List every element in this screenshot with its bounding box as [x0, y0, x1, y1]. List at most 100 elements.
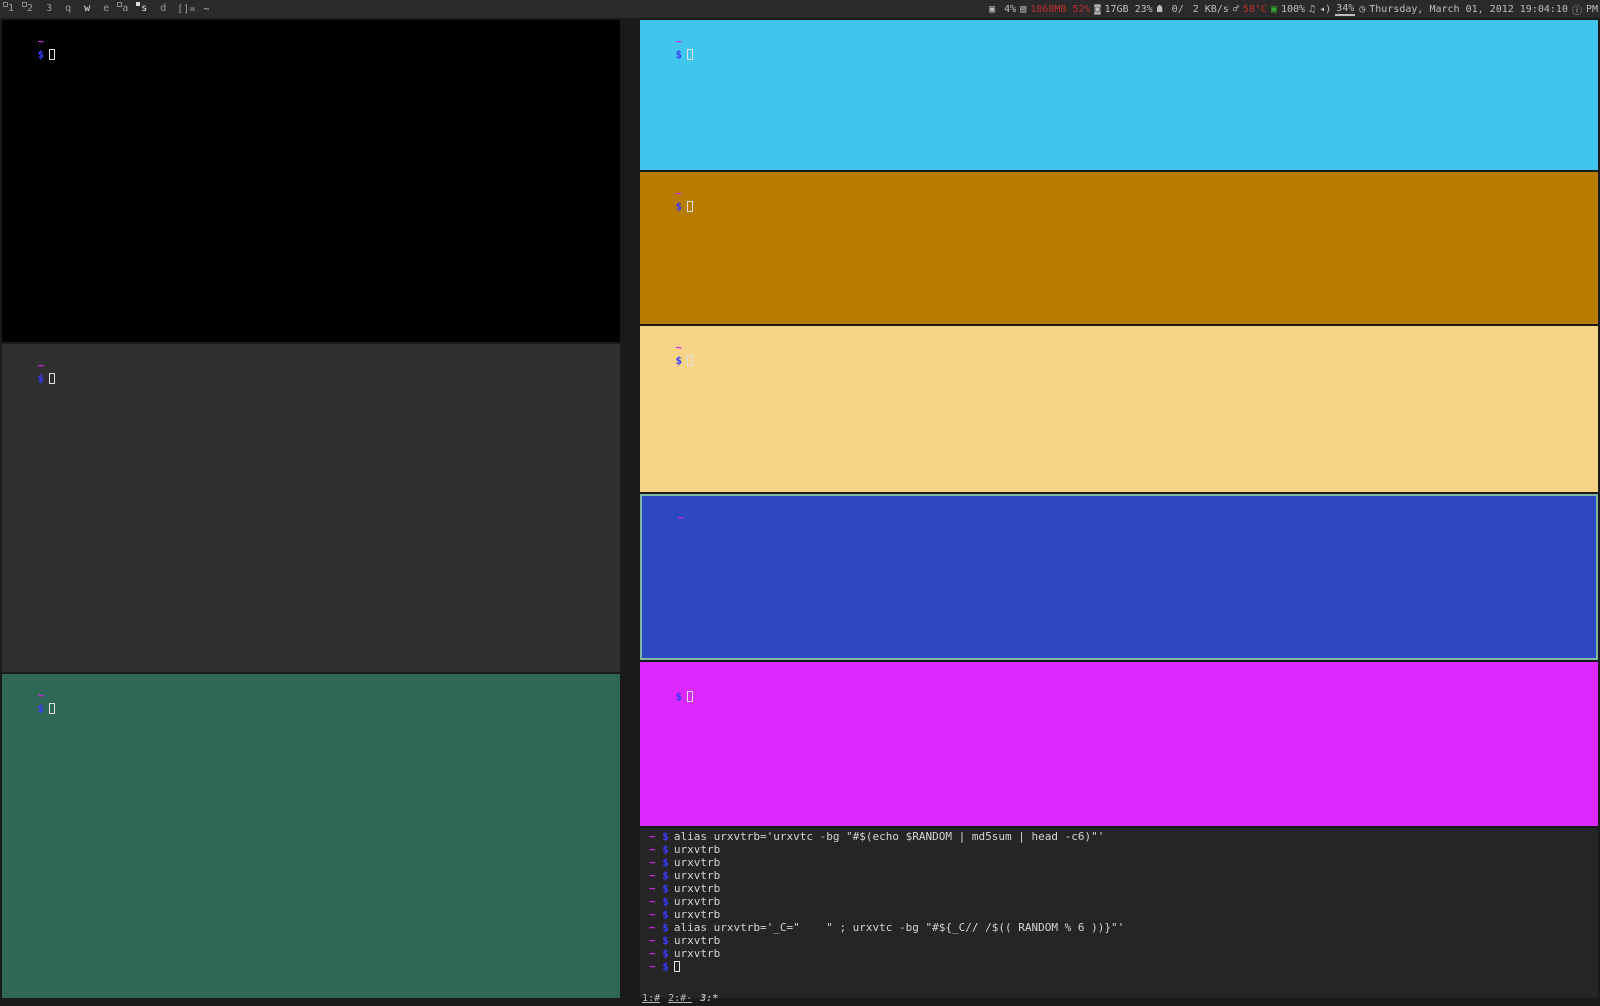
text-cursor: [687, 201, 694, 212]
tag-w[interactable]: w: [78, 0, 97, 18]
text-cursor: [673, 961, 680, 972]
terminal-right-1[interactable]: ~ $: [640, 20, 1598, 170]
music-icon[interactable]: ♫: [1309, 4, 1315, 15]
prompt-dollar: $: [675, 48, 683, 61]
terminal-left-bottom[interactable]: ~ $: [2, 674, 620, 998]
terminal-right-4-focused[interactable]: ~: [640, 494, 1598, 660]
tmux-window-3[interactable]: 3:*: [700, 993, 718, 1004]
tag-1[interactable]: 1: [2, 0, 21, 18]
memory-icon: ▤: [1020, 3, 1027, 15]
prompt-dollar: $: [662, 895, 669, 908]
volume-level[interactable]: 34%: [1335, 3, 1356, 16]
prompt-dollar: $: [662, 830, 669, 843]
prompt-dollar: $: [662, 960, 669, 973]
tag-s[interactable]: s: [135, 0, 154, 18]
cpu-icon: ▣: [989, 3, 996, 15]
terminal-right-2[interactable]: ~ $: [640, 172, 1598, 324]
tmux-window-2[interactable]: 2:#-: [668, 993, 692, 1004]
tag-2[interactable]: 2: [21, 0, 40, 18]
prompt-tilde: ~: [649, 947, 656, 960]
temperature: 58°C: [1242, 3, 1267, 15]
history-line: ~ $ urxvtrb: [640, 882, 1598, 895]
terminal-left-middle[interactable]: ~ $: [2, 344, 620, 672]
prompt-tilde: ~: [649, 869, 656, 882]
prompt-dollar: $: [37, 702, 45, 715]
battery-level: 100%: [1281, 3, 1306, 15]
prompt-dollar: $: [675, 354, 683, 367]
prompt-dollar: $: [662, 843, 669, 856]
prompt-dollar: $: [662, 947, 669, 960]
tmux-window-1[interactable]: 1:#: [642, 993, 660, 1004]
command-text: urxvtrb: [673, 856, 721, 869]
tag-d[interactable]: d: [154, 0, 173, 18]
prompt-dollar: $: [662, 934, 669, 947]
prompt-tilde: ~: [649, 882, 656, 895]
prompt-dollar: $: [37, 372, 45, 385]
terminal-right-5[interactable]: ~ $: [640, 662, 1598, 826]
command-text: urxvtrb: [673, 947, 721, 960]
history-line: ~ $ alias urxvtrb='urxvtc -bg "#$(echo $R…: [640, 830, 1598, 843]
history-line: ~ $ alias urxvtrb='_C=" " ; urxvtc -bg "#…: [640, 921, 1598, 934]
prompt-tilde: ~: [675, 341, 683, 354]
prompt-dollar: $: [662, 882, 669, 895]
terminal-left-top[interactable]: ~ $: [2, 20, 620, 342]
command-text: alias urxvtrb='urxvtc -bg "#$(echo $RAND…: [673, 830, 1105, 843]
prompt-line: ~ $: [640, 960, 1598, 973]
tag-q[interactable]: q: [59, 0, 78, 18]
text-cursor: [687, 691, 694, 702]
info-icon[interactable]: ⓘ: [1572, 2, 1582, 17]
command-text: urxvtrb: [673, 843, 721, 856]
prompt-line: ~ $: [640, 664, 1598, 703]
history-line: ~ $ urxvtrb: [640, 843, 1598, 856]
prompt-tilde: ~: [649, 843, 656, 856]
prompt-dollar: $: [662, 869, 669, 882]
window-title: ~: [203, 3, 210, 15]
prompt-tilde: ~: [37, 359, 45, 372]
prompt-dollar: $: [37, 48, 45, 61]
prompt-tilde: ~: [37, 689, 45, 702]
prompt-line: ~ $: [2, 346, 620, 385]
terminal-right-6-tmux[interactable]: ~ $ alias urxvtrb='urxvtc -bg "#$(echo $R…: [640, 828, 1598, 998]
text-cursor: [687, 355, 694, 366]
prompt-tilde: ~: [649, 921, 656, 934]
datetime: Thursday, March 01, 2012 19:04:10: [1369, 3, 1568, 15]
tag-e[interactable]: e: [97, 0, 116, 18]
prompt-tilde: ~: [649, 908, 656, 921]
prompt-tilde: ~: [677, 511, 685, 524]
history-line: ~ $ urxvtrb: [640, 869, 1598, 882]
command-text: urxvtrb: [673, 908, 721, 921]
prompt-line: ~ $: [640, 22, 1598, 61]
prompt-line: ~ $: [640, 328, 1598, 367]
prompt-tilde: ~: [649, 830, 656, 843]
prompt-dollar: $: [675, 200, 683, 213]
command-text: alias urxvtrb='_C=" " ; urxvtc -bg "#${_…: [673, 921, 1125, 934]
text-cursor: [687, 49, 694, 60]
prompt-tilde: ~: [649, 960, 656, 973]
column-divider: [620, 18, 626, 1000]
tag-a[interactable]: a: [116, 0, 135, 18]
tmux-status-line: 1:# 2:#- 3:*: [628, 978, 726, 1004]
history-line: ~ $ urxvtrb: [640, 934, 1598, 947]
disk-usage: 17GB 23%: [1104, 3, 1153, 15]
history-line: ~ $ urxvtrb: [640, 895, 1598, 908]
prompt-tilde: ~: [649, 895, 656, 908]
prompt-dollar: $: [675, 690, 683, 703]
prompt-tilde: ~: [37, 35, 45, 48]
terminal-right-3[interactable]: ~ $: [640, 326, 1598, 492]
prompt-dollar: $: [662, 856, 669, 869]
network-icon: ☗: [1156, 3, 1163, 15]
layout-indicator[interactable]: []=: [173, 4, 203, 15]
history-line: ~ $ urxvtrb: [640, 947, 1598, 960]
memory-usage: 1868MB 52%: [1030, 3, 1091, 15]
command-text: urxvtrb: [673, 869, 721, 882]
prompt-line: ~ $: [2, 676, 620, 715]
battery-icon: ▣: [1270, 3, 1277, 15]
disk-icon: ◙: [1094, 3, 1101, 15]
tag-3[interactable]: 3: [40, 0, 59, 18]
command-text: urxvtrb: [673, 934, 721, 947]
temperature-icon: ♂: [1232, 3, 1239, 15]
prompt-tilde: ~: [649, 934, 656, 947]
network-speed: 2 KB/s: [1192, 3, 1229, 15]
volume-icon[interactable]: ◂): [1319, 4, 1331, 15]
cpu-usage: 4%: [1004, 3, 1017, 15]
